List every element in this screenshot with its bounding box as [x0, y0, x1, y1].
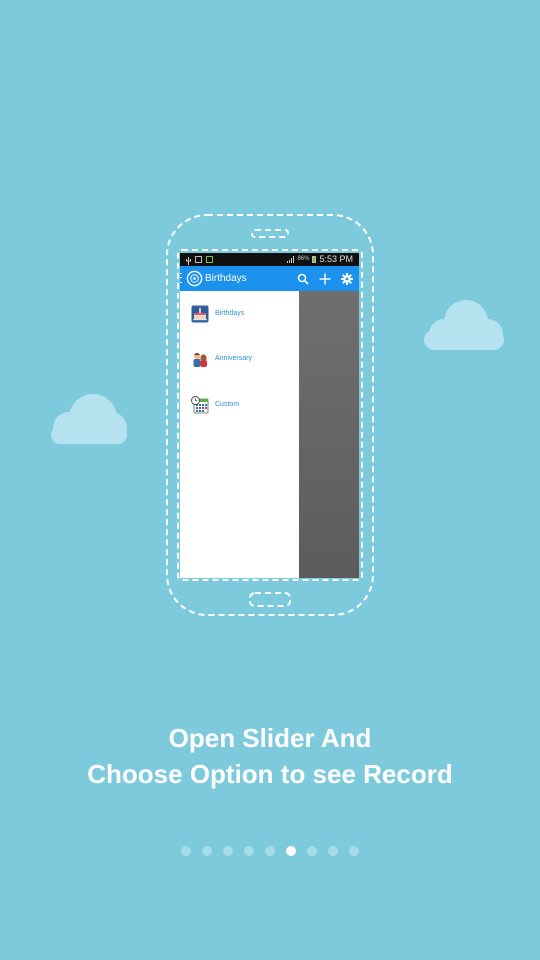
page-dot[interactable]: [265, 846, 275, 856]
page-dot[interactable]: [349, 846, 359, 856]
action-bar-title: Birthdays: [205, 273, 247, 284]
page-dot[interactable]: [181, 846, 191, 856]
menu-icon[interactable]: [180, 273, 182, 283]
headline-line-2: Choose Option to see Record: [87, 759, 453, 789]
status-time: 5:53 PM: [319, 254, 353, 264]
onboarding-headline: Open Slider And Choose Option to see Rec…: [0, 720, 540, 792]
birthday-cake-icon: [191, 305, 209, 323]
drawer-item-label: Anniversary: [215, 355, 252, 362]
navigation-drawer: Birthdays Anniversary Custom: [180, 291, 299, 578]
image-icon: [195, 256, 202, 263]
phone-screen: 86% 5:53 PM Birthdays Birthdays Annivers…: [180, 253, 359, 578]
drawer-item-birthdays[interactable]: Birthdays: [180, 301, 299, 327]
settings-icon[interactable]: [341, 272, 353, 285]
page-dot[interactable]: [307, 846, 317, 856]
drawer-item-label: Custom: [215, 401, 240, 408]
battery-icon: [312, 256, 317, 263]
drawer-item-label: Birthdays: [215, 310, 245, 317]
cloud-left-icon: [51, 394, 127, 444]
cloud-right-icon: [424, 300, 504, 350]
drawer-item-custom[interactable]: Custom: [180, 392, 299, 418]
dimmed-content-overlay[interactable]: [299, 291, 359, 578]
search-icon[interactable]: [297, 273, 309, 285]
calendar-clock-icon: [191, 396, 209, 414]
page-dot[interactable]: [328, 846, 338, 856]
drawer-item-anniversary[interactable]: Anniversary: [180, 346, 299, 372]
page-dot-active[interactable]: [286, 846, 296, 856]
add-icon[interactable]: [319, 273, 331, 285]
app-logo-icon[interactable]: [186, 270, 203, 287]
page-dot[interactable]: [223, 846, 233, 856]
page-indicator: [0, 846, 540, 856]
page-dot[interactable]: [244, 846, 254, 856]
couple-icon: [193, 353, 207, 367]
headline-line-1: Open Slider And: [168, 723, 372, 753]
status-bar: 86% 5:53 PM: [180, 253, 359, 266]
signal-icon: [287, 256, 295, 263]
action-bar: Birthdays: [180, 266, 359, 291]
page-dot[interactable]: [202, 846, 212, 856]
download-icon: [206, 256, 213, 263]
battery-percent: 86%: [297, 256, 310, 262]
usb-icon: [186, 256, 191, 265]
